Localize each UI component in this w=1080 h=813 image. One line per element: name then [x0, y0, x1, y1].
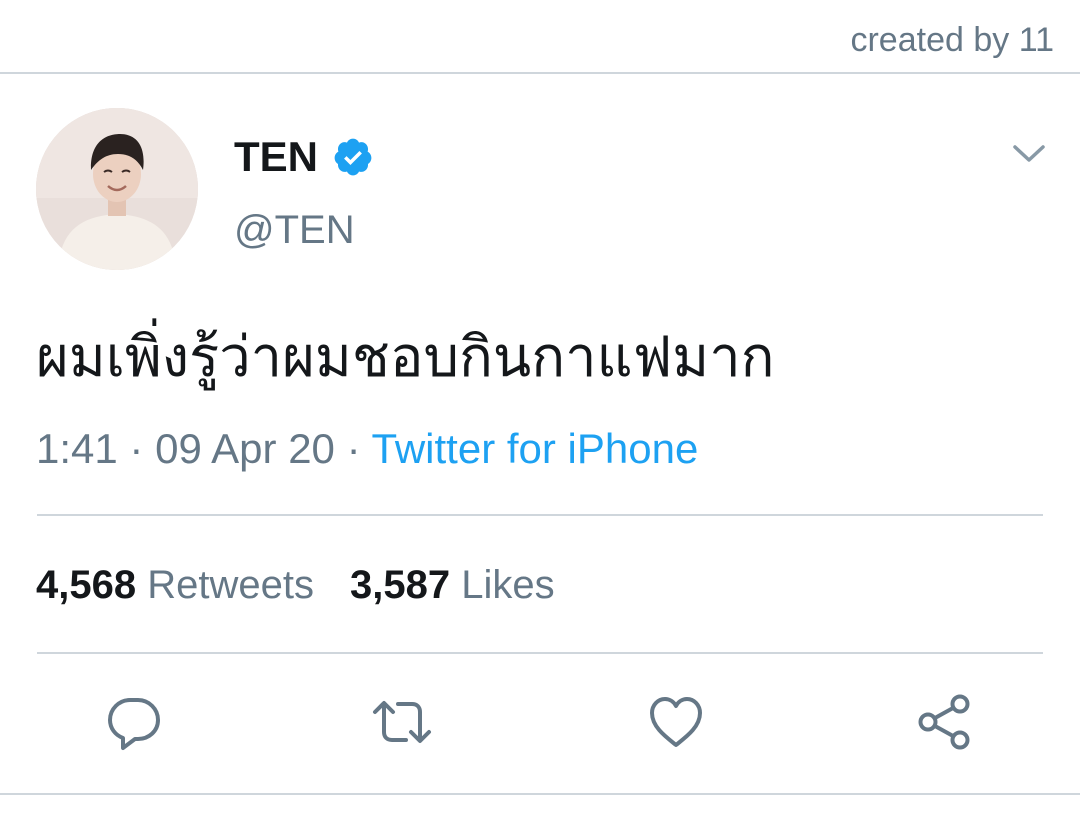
tweet-source-link[interactable]: Twitter for iPhone	[372, 425, 699, 472]
retweets-label: Retweets	[147, 563, 314, 607]
share-icon	[918, 694, 970, 750]
user-handle[interactable]: @TEN	[234, 206, 355, 254]
likes-count: 3,587	[349, 563, 451, 607]
like-button[interactable]	[644, 690, 708, 754]
retweet-button[interactable]	[370, 690, 434, 754]
meta-separator: ·	[129, 425, 144, 472]
retweet-icon	[373, 701, 431, 743]
display-name[interactable]: TEN	[234, 132, 318, 182]
tweet-date: 09 Apr 20	[155, 425, 335, 472]
stats-divider-bottom	[37, 652, 1043, 654]
reply-icon	[108, 698, 160, 750]
profile-photo-icon	[36, 108, 198, 270]
tweet-meta: 1:41 · 09 Apr 20 · Twitter for iPhone	[36, 424, 698, 474]
reply-button[interactable]	[102, 690, 166, 754]
bottom-divider	[0, 793, 1080, 795]
chevron-down-icon[interactable]	[1010, 138, 1048, 168]
watermark-credit: created by 11	[850, 21, 1054, 59]
avatar[interactable]	[36, 108, 198, 270]
retweets-count: 4,568	[36, 563, 137, 607]
meta-separator: ·	[346, 425, 361, 472]
heart-icon	[650, 697, 702, 747]
stats-divider-top	[37, 514, 1043, 516]
verified-badge-icon	[332, 136, 374, 178]
share-button[interactable]	[912, 690, 976, 754]
retweets-stat[interactable]: 4,568 Retweets	[36, 563, 314, 607]
tweet-screen: created by 11 TEN @TEN ผมเพิ่งรู้ว่าผมชอ…	[0, 0, 1080, 813]
tweet-time: 1:41	[36, 425, 118, 472]
likes-stat[interactable]: 3,587 Likes	[350, 563, 555, 607]
likes-label: Likes	[461, 563, 555, 607]
tweet-stats: 4,568 Retweets 3,587 Likes	[36, 560, 555, 610]
tweet-text: ผมเพิ่งรู้ว่าผมชอบกินกาแฟมาก	[36, 325, 775, 390]
top-divider	[0, 72, 1080, 74]
author-name-row[interactable]: TEN	[234, 132, 374, 182]
